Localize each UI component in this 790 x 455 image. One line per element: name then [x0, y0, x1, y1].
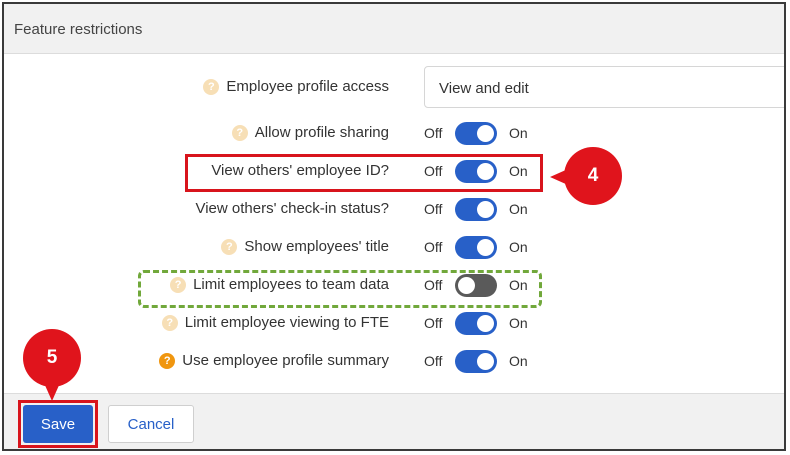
setting-row-allow-profile-sharing: ? Allow profile sharing Off On — [4, 118, 784, 148]
toggle-knob — [477, 315, 494, 332]
off-label: Off — [424, 201, 443, 217]
save-button[interactable]: Save — [23, 405, 93, 443]
feature-restrictions-panel: Feature restrictions ? Employee profile … — [2, 2, 786, 451]
help-icon[interactable]: ? — [159, 352, 176, 369]
toggle-view-check-in-status[interactable] — [455, 198, 497, 221]
help-icon[interactable]: ? — [203, 78, 220, 95]
profile-access-value: View and edit — [439, 80, 529, 97]
highlight-box-employee-id — [185, 154, 543, 192]
profile-access-label-wrap: ? Employee profile access — [203, 78, 389, 95]
setting-label-wrap: ? Allow profile sharing — [231, 124, 389, 141]
toggle-knob — [477, 353, 494, 370]
setting-label: Limit employee viewing to FTE — [184, 314, 389, 331]
off-label: Off — [424, 125, 443, 141]
panel-header: Feature restrictions — [4, 4, 784, 54]
profile-access-label: Employee profile access — [226, 78, 389, 95]
on-label: On — [509, 315, 528, 331]
toggle-knob — [477, 201, 494, 218]
help-icon[interactable]: ? — [161, 314, 178, 331]
setting-label-wrap: ? Show employees' title — [221, 238, 389, 255]
off-label: Off — [424, 353, 443, 369]
cancel-button[interactable]: Cancel — [108, 405, 194, 443]
panel-title: Feature restrictions — [14, 21, 143, 38]
off-label: Off — [424, 315, 443, 331]
toggle-limit-viewing-fte[interactable] — [455, 312, 497, 335]
setting-row-limit-viewing-fte: ? Limit employee viewing to FTE Off On — [4, 308, 784, 338]
setting-label: Allow profile sharing — [254, 124, 389, 141]
setting-label-wrap: ? Use employee profile summary — [159, 352, 389, 369]
toggle-allow-profile-sharing[interactable] — [455, 122, 497, 145]
setting-row-show-employees-title: ? Show employees' title Off On — [4, 232, 784, 262]
on-label: On — [509, 201, 528, 217]
toggle-knob — [477, 125, 494, 142]
profile-access-select[interactable]: View and edit — [424, 66, 784, 108]
off-label: Off — [424, 239, 443, 255]
setting-row-profile-summary: ? Use employee profile summary Off On — [4, 346, 784, 376]
setting-label-wrap: ? Limit employee viewing to FTE — [161, 314, 389, 331]
setting-label: Use employee profile summary — [182, 352, 389, 369]
toggle-knob — [477, 239, 494, 256]
highlight-box-team-data — [138, 270, 542, 308]
setting-label-wrap: View others' check-in status? — [195, 200, 389, 217]
help-icon[interactable]: ? — [231, 124, 248, 141]
help-icon[interactable]: ? — [221, 238, 238, 255]
toggle-show-employees-title[interactable] — [455, 236, 497, 259]
toggle-profile-summary[interactable] — [455, 350, 497, 373]
on-label: On — [509, 353, 528, 369]
on-label: On — [509, 125, 528, 141]
step-5-callout: 5 — [23, 329, 81, 401]
on-label: On — [509, 239, 528, 255]
setting-label: View others' check-in status? — [195, 200, 389, 217]
setting-row-view-check-in-status: View others' check-in status? Off On — [4, 194, 784, 224]
step-4-callout: 4 — [550, 147, 622, 205]
setting-label: Show employees' title — [244, 238, 389, 255]
